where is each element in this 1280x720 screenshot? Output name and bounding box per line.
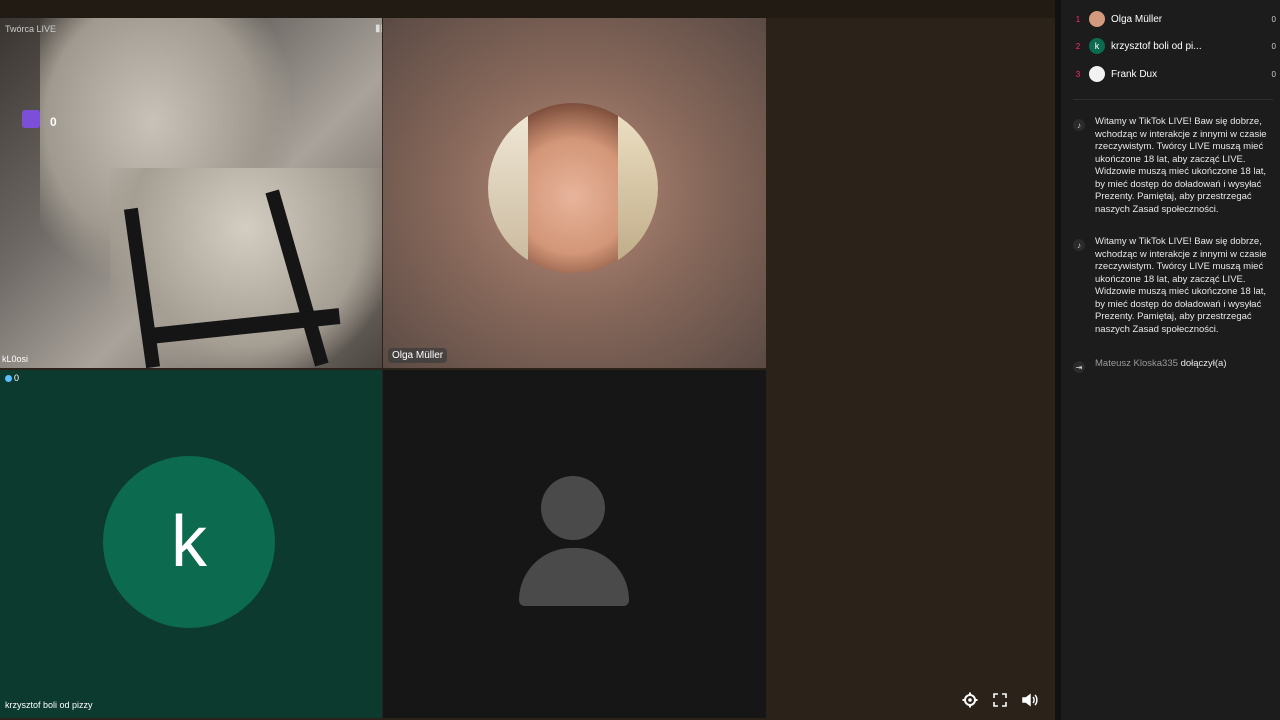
ranking-name: krzysztof boli od pi...	[1111, 40, 1202, 52]
person-placeholder-icon	[519, 548, 629, 606]
avatar-letter: k	[171, 502, 207, 582]
volume-icon[interactable]	[1018, 688, 1042, 712]
fullscreen-icon[interactable]	[988, 688, 1012, 712]
chat-username[interactable]: Mateusz Kloska335	[1095, 358, 1178, 369]
join-icon: ⇥	[1073, 361, 1085, 373]
stage-top-bar	[0, 0, 1055, 18]
ranking-score: 0	[1271, 14, 1276, 24]
host-label: Twórca LIVE	[5, 24, 57, 34]
join-text: Mateusz Kloska335 dołączył(a)	[1095, 358, 1227, 373]
ranking-score: 0	[1271, 69, 1276, 79]
letter-avatar: k	[103, 456, 275, 628]
avatar-hair	[488, 103, 528, 273]
person-placeholder-icon	[541, 476, 605, 540]
ranking-name: Olga Müller	[1111, 13, 1163, 25]
avatar: k	[1089, 38, 1105, 54]
guest-badge-count: 0	[14, 373, 20, 383]
settings-icon[interactable]	[958, 688, 982, 712]
profile-avatar	[488, 103, 658, 273]
audio-wave-icon: ▮▮	[375, 23, 382, 34]
ranking-item[interactable]: 1 Olga Müller 0	[1071, 11, 1276, 27]
chat-text: Witamy w TikTok LIVE! Baw się dobrze, wc…	[1095, 236, 1267, 335]
twitch-icon	[22, 110, 40, 128]
tiktok-icon: ♪	[1073, 239, 1085, 251]
tile-name-krzysztof: krzysztof boli od pizzy	[5, 700, 93, 710]
chat-message: ♪ Witamy w TikTok LIVE! Baw się dobrze, …	[1073, 116, 1273, 216]
video-tile-host[interactable]: Twórca LIVE 0 ▮▮ 30 kL0osi	[0, 18, 382, 368]
avatar	[1089, 11, 1105, 27]
video-grid: Twórca LIVE 0 ▮▮ 30 kL0osi Olga Müller 0…	[0, 18, 766, 718]
tile-name-host: kL0osi	[2, 354, 29, 364]
video-tile-guest-olga[interactable]: Olga Müller	[383, 18, 766, 368]
chat-text: Witamy w TikTok LIVE! Baw się dobrze, wc…	[1095, 116, 1267, 215]
video-tile-empty[interactable]	[383, 370, 766, 718]
video-tile-guest-krzysztof[interactable]: 0 k krzysztof boli od pizzy	[0, 370, 382, 718]
live-stage: Twórca LIVE 0 ▮▮ 30 kL0osi Olga Müller 0…	[0, 0, 1055, 720]
rank-number: 3	[1075, 69, 1081, 79]
join-action: dołączył(a)	[1180, 358, 1227, 369]
tiktok-icon: ♪	[1073, 119, 1085, 131]
avatar	[1089, 66, 1105, 82]
chat-message: ♪ Witamy w TikTok LIVE! Baw się dobrze, …	[1073, 236, 1273, 336]
ranking-name: Frank Dux	[1111, 68, 1158, 80]
status-dot	[5, 375, 12, 382]
tile-name-olga: Olga Müller	[388, 348, 448, 363]
side-panel: 1 Olga Müller 0 2 k krzysztof boli od pi…	[1055, 0, 1280, 720]
rank-number: 1	[1075, 14, 1081, 24]
host-badge-count: 0	[50, 115, 57, 129]
ranking-item[interactable]: 2 k krzysztof boli od pi... 0	[1071, 38, 1276, 54]
ranking-score: 0	[1271, 41, 1276, 51]
ranking-item[interactable]: 3 Frank Dux 0	[1071, 66, 1276, 82]
divider	[1073, 99, 1273, 100]
rank-number: 2	[1075, 41, 1081, 51]
avatar-hair	[618, 103, 658, 273]
join-message: ⇥ Mateusz Kloska335 dołączył(a)	[1073, 358, 1273, 373]
